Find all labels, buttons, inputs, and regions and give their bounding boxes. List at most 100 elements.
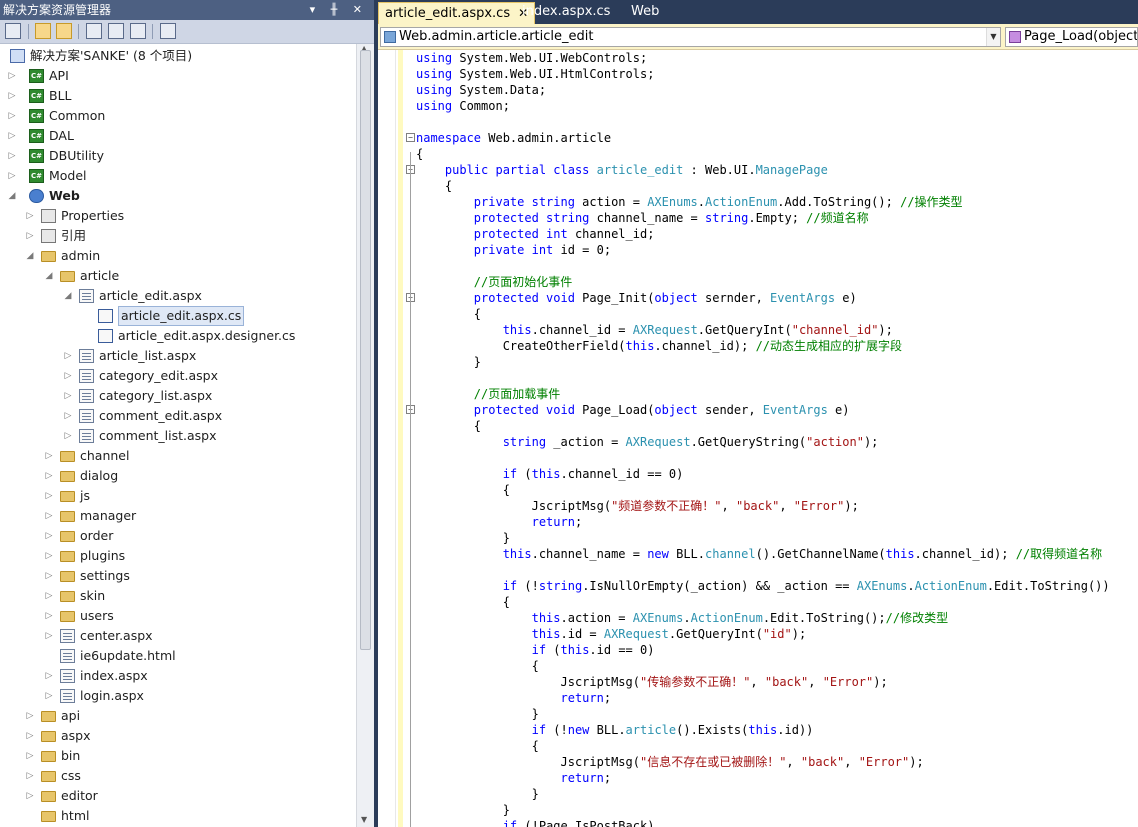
collapse-arrow-icon[interactable]: ◢ [24, 246, 36, 266]
code-line[interactable]: { [416, 178, 452, 194]
scrollbar-thumb[interactable] [360, 50, 371, 650]
tab-index-aspx-cs[interactable]: index.aspx.cs [516, 2, 616, 24]
tree-item[interactable]: ◢ article [0, 266, 356, 286]
view-code-icon[interactable] [86, 23, 102, 39]
copy-website-icon[interactable] [160, 23, 176, 39]
tree-item[interactable]: ▷ Common [0, 106, 356, 126]
expand-arrow-icon[interactable]: ▷ [43, 626, 55, 646]
code-line[interactable]: { [416, 146, 423, 162]
expand-arrow-icon[interactable]: ▷ [62, 406, 74, 426]
properties-toolbar-icon[interactable] [5, 23, 21, 39]
tree-item[interactable]: ▷ settings [0, 566, 356, 586]
code-line[interactable]: if (!string.IsNullOrEmpty(_action) && _a… [416, 578, 1110, 594]
code-line[interactable]: } [416, 786, 539, 802]
code-line[interactable]: if (this.channel_id == 0) [416, 466, 684, 482]
tree-item[interactable]: ▷ 引用 [0, 226, 356, 246]
expand-arrow-icon[interactable]: ▷ [62, 346, 74, 366]
expand-arrow-icon[interactable]: ▷ [43, 686, 55, 706]
type-dropdown[interactable]: Web.admin.article.article_edit ▼ [380, 27, 1001, 47]
code-line[interactable]: protected void Page_Load(object sender, … [416, 402, 850, 418]
tab-web[interactable]: Web [625, 2, 665, 24]
tree-item[interactable]: ▷ js [0, 486, 356, 506]
tree-item[interactable]: ▷ editor [0, 786, 356, 806]
expand-arrow-icon[interactable]: ▷ [6, 126, 18, 146]
expand-arrow-icon[interactable]: ▷ [24, 766, 36, 786]
code-line[interactable]: { [416, 306, 481, 322]
expand-arrow-icon[interactable]: ▷ [43, 586, 55, 606]
code-line[interactable]: string _action = AXRequest.GetQueryStrin… [416, 434, 879, 450]
tree-item[interactable]: ▷ category_edit.aspx [0, 366, 356, 386]
expand-arrow-icon[interactable]: ▷ [24, 786, 36, 806]
expand-arrow-icon[interactable]: ▷ [24, 706, 36, 726]
code-line[interactable]: if (this.id == 0) [416, 642, 655, 658]
expand-arrow-icon[interactable]: ▷ [24, 746, 36, 766]
expand-arrow-icon[interactable]: ▷ [24, 226, 36, 246]
view-designer-icon[interactable] [108, 23, 124, 39]
tree-item[interactable]: ie6update.html [0, 646, 356, 666]
tree-item[interactable]: ▷ users [0, 606, 356, 626]
code-line[interactable]: } [416, 706, 539, 722]
code-line[interactable]: using System.Web.UI.HtmlControls; [416, 66, 654, 82]
view-class-diagram-icon[interactable] [130, 23, 146, 39]
collapse-arrow-icon[interactable]: ◢ [43, 266, 55, 286]
code-line[interactable]: protected int channel_id; [416, 226, 655, 242]
tree-item[interactable]: ▷ aspx [0, 726, 356, 746]
tree-item[interactable]: ▷ css [0, 766, 356, 786]
expand-arrow-icon[interactable]: ▷ [43, 486, 55, 506]
collapse-arrow-icon[interactable]: ◢ [62, 286, 74, 306]
code-line[interactable]: public partial class article_edit : Web.… [416, 162, 828, 178]
tab-article-edit-aspx-cs[interactable]: article_edit.aspx.cs ✕ [378, 2, 536, 24]
code-line[interactable]: using System.Data; [416, 82, 546, 98]
expand-arrow-icon[interactable]: ▷ [43, 526, 55, 546]
code-line[interactable]: return; [416, 770, 612, 786]
tree-item[interactable]: ▷ Model [0, 166, 356, 186]
expand-arrow-icon[interactable]: ▷ [62, 366, 74, 386]
code-line[interactable]: { [416, 658, 539, 674]
code-line[interactable]: if (!Page.IsPostBack) [416, 818, 655, 827]
expand-arrow-icon[interactable]: ▷ [6, 166, 18, 186]
code-line[interactable]: namespace Web.admin.article [416, 130, 611, 146]
code-line[interactable]: JscriptMsg("传输参数不正确！", "back", "Error"); [416, 674, 887, 690]
code-line[interactable]: CreateOtherField(this.channel_id); //动态生… [416, 338, 902, 354]
tree-item[interactable]: ▷ comment_list.aspx [0, 426, 356, 446]
tree-item[interactable]: ▷ article_list.aspx [0, 346, 356, 366]
code-line[interactable]: //页面加载事件 [416, 386, 560, 402]
title-bar-buttons[interactable]: ▾ ╫ ✕ [310, 0, 368, 20]
expand-arrow-icon[interactable]: ▷ [43, 546, 55, 566]
expand-arrow-icon[interactable]: ▷ [43, 446, 55, 466]
code-line[interactable]: { [416, 738, 539, 754]
member-dropdown[interactable]: Page_Load(object se [1005, 27, 1138, 47]
expand-arrow-icon[interactable]: ▷ [62, 386, 74, 406]
tree-item[interactable]: ◢ admin [0, 246, 356, 266]
tree-item[interactable]: ▷ API [0, 66, 356, 86]
expand-arrow-icon[interactable]: ▷ [6, 86, 18, 106]
code-line[interactable]: return; [416, 690, 612, 706]
code-line[interactable]: { [416, 482, 510, 498]
tree-item[interactable]: ▷ center.aspx [0, 626, 356, 646]
expand-arrow-icon[interactable]: ▷ [62, 426, 74, 446]
tree-item[interactable]: 解决方案'SANKE' (8 个项目) [0, 46, 356, 66]
tree-item[interactable]: ▷ order [0, 526, 356, 546]
tree-item[interactable]: ◢ article_edit.aspx [0, 286, 356, 306]
expand-arrow-icon[interactable]: ▷ [6, 146, 18, 166]
collapse-region-icon[interactable]: − [406, 133, 415, 142]
code-line[interactable]: return; [416, 514, 583, 530]
tree-item[interactable]: ▷ index.aspx [0, 666, 356, 686]
tree-item[interactable]: ▷ skin [0, 586, 356, 606]
tree-item[interactable]: article_edit.aspx.designer.cs [0, 326, 356, 346]
code-line[interactable]: private string action = AXEnums.ActionEn… [416, 194, 963, 210]
tree-item[interactable]: ▷ category_list.aspx [0, 386, 356, 406]
code-line[interactable]: protected string channel_name = string.E… [416, 210, 869, 226]
tree-item[interactable]: ▷ Properties [0, 206, 356, 226]
tree-item[interactable]: ▷ login.aspx [0, 686, 356, 706]
code-line[interactable]: protected void Page_Init(object sernder,… [416, 290, 857, 306]
code-line[interactable]: using Common; [416, 98, 510, 114]
show-all-files-icon[interactable] [35, 23, 51, 39]
code-line[interactable]: { [416, 418, 481, 434]
tree-item[interactable]: ▷ channel [0, 446, 356, 466]
tree-item[interactable]: article_edit.aspx.cs [0, 306, 356, 326]
code-editor[interactable]: using System.Web.UI.WebControls; using Sy… [378, 50, 1138, 827]
code-line[interactable]: this.id = AXRequest.GetQueryInt("id"); [416, 626, 807, 642]
expand-arrow-icon[interactable]: ▷ [43, 506, 55, 526]
tree-item[interactable]: ▷ manager [0, 506, 356, 526]
